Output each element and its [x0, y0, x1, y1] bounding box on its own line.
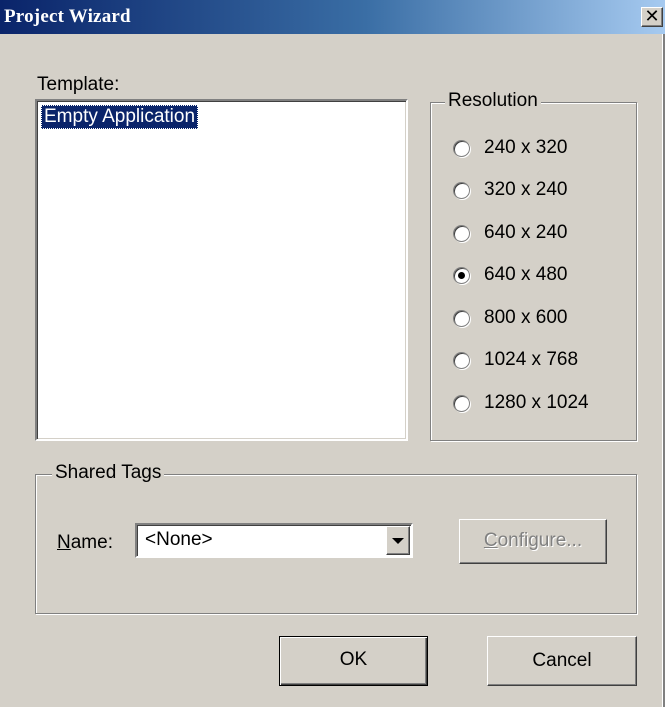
resolution-option-label: 1280 x 1024	[484, 392, 589, 413]
resolution-option-1024x768[interactable]: 1024 x 768	[453, 347, 578, 373]
shared-tags-legend: Shared Tags	[52, 462, 165, 484]
name-dropdown-value: <None>	[145, 529, 213, 550]
close-icon: ✕	[644, 6, 660, 26]
radio-button-selected[interactable]	[453, 266, 470, 284]
window-title: Project Wizard	[4, 6, 131, 27]
dropdown-button[interactable]	[386, 526, 410, 555]
template-listbox[interactable]: Empty Application	[35, 99, 408, 441]
resolution-option-label: 640 x 240	[484, 222, 568, 243]
resolution-option-640x480[interactable]: 640 x 480	[453, 262, 567, 288]
template-list-item[interactable]: Empty Application	[41, 105, 199, 129]
title-bar: Project Wizard ✕	[0, 0, 665, 34]
chevron-down-icon	[392, 537, 404, 544]
name-label-text: ame:	[70, 532, 113, 553]
resolution-option-label: 800 x 600	[484, 307, 568, 328]
name-label: Name:	[57, 532, 113, 554]
name-dropdown[interactable]: <None>	[135, 523, 413, 558]
resolution-option-label: 320 x 240	[484, 179, 568, 200]
radio-button[interactable]	[453, 394, 470, 412]
configure-label: onfigure...	[497, 530, 583, 551]
resolution-option-label: 1024 x 768	[484, 349, 579, 370]
template-label: Template:	[37, 74, 120, 95]
radio-button[interactable]	[453, 351, 470, 369]
resolution-option-800x600[interactable]: 800 x 600	[453, 305, 567, 331]
configure-button[interactable]: Configure...	[459, 519, 607, 564]
radio-button[interactable]	[453, 224, 470, 242]
resolution-option-240x320[interactable]: 240 x 320	[453, 135, 567, 161]
resolution-option-label: 640 x 480	[484, 264, 568, 285]
resolution-option-label: 240 x 320	[484, 137, 568, 158]
resolution-legend: Resolution	[445, 90, 541, 112]
resolution-option-1280x1024[interactable]: 1280 x 1024	[453, 390, 589, 416]
close-button[interactable]: ✕	[641, 7, 663, 27]
radio-button[interactable]	[453, 139, 470, 157]
ok-button[interactable]: OK	[279, 636, 428, 686]
resolution-group: Resolution 240 x 320 320 x 240 640 x 240…	[430, 90, 637, 441]
resolution-option-320x240[interactable]: 320 x 240	[453, 177, 567, 203]
radio-button[interactable]	[453, 309, 470, 327]
resolution-option-640x240[interactable]: 640 x 240	[453, 220, 567, 246]
configure-mnemonic: C	[483, 530, 498, 551]
radio-button[interactable]	[453, 181, 470, 199]
cancel-button[interactable]: Cancel	[487, 636, 637, 686]
name-label-mnemonic: N	[57, 532, 71, 553]
